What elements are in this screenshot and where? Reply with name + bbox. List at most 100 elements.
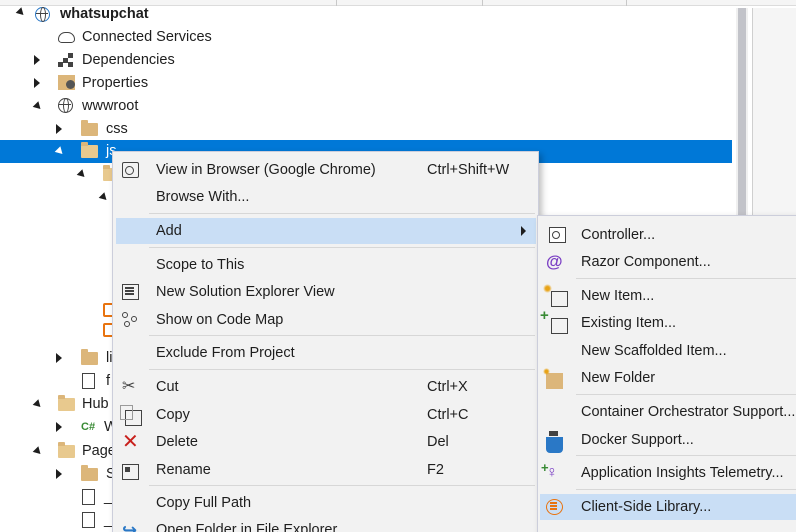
menu-item-label: New Solution Explorer View bbox=[156, 284, 335, 300]
tree-item-properties[interactable]: Properties bbox=[0, 72, 736, 95]
submenu-item-controller[interactable]: Controller... bbox=[540, 222, 796, 248]
menu-item-scope-to-this[interactable]: Scope to This bbox=[116, 252, 536, 278]
tree-item-project[interactable]: whatsupchat bbox=[0, 3, 736, 26]
submenu-item-new-item[interactable]: New Item... bbox=[540, 283, 796, 309]
submenu-item-container-orchestrator-support[interactable]: Container Orchestrator Support... bbox=[540, 399, 796, 425]
submenu-item-existing-item[interactable]: Existing Item... bbox=[540, 307, 796, 336]
menu-item-label: Copy bbox=[156, 407, 190, 423]
menu-item-shortcut: Ctrl+X bbox=[427, 379, 468, 395]
menu-item-rename[interactable]: Rename F2 bbox=[116, 457, 536, 483]
menu-item-label: Rename bbox=[156, 462, 211, 478]
menu-item-label: Docker Support... bbox=[581, 432, 694, 448]
scrollbar-thumb[interactable] bbox=[738, 8, 746, 216]
open-folder-icon bbox=[81, 142, 98, 158]
submenu-item-new-folder[interactable]: New Folder bbox=[540, 365, 796, 391]
menu-item-label: Existing Item... bbox=[581, 315, 677, 331]
menu-item-label: Open Folder in File Explorer bbox=[156, 522, 338, 532]
menu-item-exclude-from-project[interactable]: Exclude From Project bbox=[116, 340, 536, 366]
collapse-arrow-icon[interactable] bbox=[76, 169, 88, 180]
menu-item-label: View in Browser (Google Chrome) bbox=[156, 162, 376, 178]
menu-separator bbox=[149, 247, 535, 248]
menu-item-label: Application Insights Telemetry... bbox=[581, 465, 784, 481]
rename-icon bbox=[122, 464, 139, 480]
submenu-item-application-insights-telemetry[interactable]: ♀ Application Insights Telemetry... bbox=[540, 460, 796, 486]
razor-icon: @ bbox=[546, 252, 563, 271]
menu-item-cut[interactable]: ✂ Cut Ctrl+X bbox=[116, 374, 536, 400]
submenu-item-razor-component[interactable]: @ Razor Component... bbox=[540, 249, 796, 275]
properties-icon bbox=[58, 75, 75, 90]
solution-view-icon bbox=[122, 284, 139, 300]
menu-separator bbox=[149, 369, 535, 370]
menu-item-label: Delete bbox=[156, 434, 198, 450]
code-map-icon bbox=[122, 312, 139, 328]
controller-icon bbox=[549, 227, 566, 243]
menu-item-show-on-code-map[interactable]: Show on Code Map bbox=[116, 307, 536, 333]
expand-arrow-icon[interactable] bbox=[56, 422, 62, 432]
open-folder-icon: ↪ bbox=[122, 520, 138, 532]
razor-file-icon bbox=[82, 489, 95, 505]
delete-icon: ✕ bbox=[122, 431, 139, 453]
copy-icon bbox=[120, 405, 142, 426]
menu-item-add[interactable]: Add bbox=[116, 218, 536, 244]
menu-separator bbox=[149, 213, 535, 214]
collapse-arrow-icon[interactable] bbox=[32, 399, 44, 410]
scissors-icon: ✂ bbox=[122, 378, 136, 395]
menu-separator bbox=[149, 335, 535, 336]
menu-item-label: Cut bbox=[156, 379, 179, 395]
expand-arrow-icon[interactable] bbox=[56, 124, 62, 134]
submenu-item-new-scaffolded-item[interactable]: New Scaffolded Item... bbox=[540, 338, 796, 364]
tree-item-connected-services[interactable]: Connected Services bbox=[0, 26, 736, 49]
new-item-icon bbox=[543, 284, 568, 307]
app-insights-icon: ♀ bbox=[541, 460, 563, 481]
vertical-scrollbar[interactable] bbox=[736, 8, 748, 216]
menu-separator bbox=[576, 489, 796, 490]
tree-item-label: Connected Services bbox=[82, 29, 212, 45]
open-folder-icon bbox=[58, 442, 75, 458]
expand-arrow-icon[interactable] bbox=[56, 353, 62, 363]
expand-arrow-icon[interactable] bbox=[34, 78, 40, 88]
menu-item-label: Show on Code Map bbox=[156, 312, 284, 328]
menu-item-delete[interactable]: ✕ Delete Del bbox=[116, 429, 536, 455]
tree-item-dependencies[interactable]: Dependencies bbox=[0, 49, 736, 72]
menu-item-label: New Scaffolded Item... bbox=[581, 343, 727, 359]
menu-item-label: Razor Component... bbox=[581, 254, 711, 270]
tree-item-css[interactable]: css bbox=[0, 118, 736, 141]
collapse-arrow-icon[interactable] bbox=[98, 192, 110, 203]
submenu-item-docker-support[interactable]: Docker Support... bbox=[540, 427, 796, 453]
web-project-icon bbox=[35, 7, 50, 22]
menu-item-open-folder-in-file-explorer[interactable]: ↪ Open Folder in File Explorer bbox=[116, 517, 536, 532]
menu-item-label: Scope to This bbox=[156, 257, 245, 273]
browser-icon bbox=[122, 162, 139, 178]
collapse-arrow-icon[interactable] bbox=[32, 446, 44, 457]
file-icon bbox=[82, 373, 95, 389]
expand-arrow-icon[interactable] bbox=[56, 469, 62, 479]
open-folder-icon bbox=[58, 395, 75, 411]
menu-item-browse-with[interactable]: Browse With... bbox=[116, 184, 536, 210]
collapse-arrow-icon[interactable] bbox=[32, 101, 44, 112]
tree-item-label: Properties bbox=[82, 75, 149, 91]
cloud-icon bbox=[58, 32, 75, 43]
expand-arrow-icon[interactable] bbox=[34, 55, 40, 65]
menu-item-label: Copy Full Path bbox=[156, 495, 252, 511]
menu-item-copy[interactable]: Copy Ctrl+C bbox=[116, 402, 536, 428]
menu-item-new-solution-explorer-view[interactable]: New Solution Explorer View bbox=[116, 279, 536, 305]
collapse-arrow-icon[interactable] bbox=[54, 146, 66, 157]
menu-item-label: New Item... bbox=[581, 288, 655, 304]
collapse-arrow-icon[interactable] bbox=[15, 7, 27, 18]
menu-item-label: Exclude From Project bbox=[156, 345, 295, 361]
menu-item-view-in-browser[interactable]: View in Browser (Google Chrome) Ctrl+Shi… bbox=[116, 157, 536, 183]
razor-file-icon bbox=[82, 512, 95, 528]
side-panel bbox=[752, 8, 796, 216]
project-name: whatsupchat bbox=[60, 6, 149, 22]
add-submenu: Controller... @ Razor Component... New I… bbox=[537, 215, 796, 532]
folder-icon bbox=[81, 465, 98, 481]
menu-separator bbox=[576, 394, 796, 395]
csharp-file-icon: C# bbox=[81, 421, 96, 433]
menu-item-label: Client-Side Library... bbox=[581, 499, 712, 515]
menu-item-copy-full-path[interactable]: Copy Full Path bbox=[116, 490, 536, 516]
menu-item-shortcut: Del bbox=[427, 434, 449, 450]
menu-item-shortcut: Ctrl+Shift+W bbox=[427, 162, 510, 178]
new-folder-icon bbox=[543, 368, 563, 389]
tree-item-wwwroot[interactable]: wwwroot bbox=[0, 95, 736, 118]
submenu-item-client-side-library[interactable]: Client-Side Library... bbox=[540, 494, 796, 520]
